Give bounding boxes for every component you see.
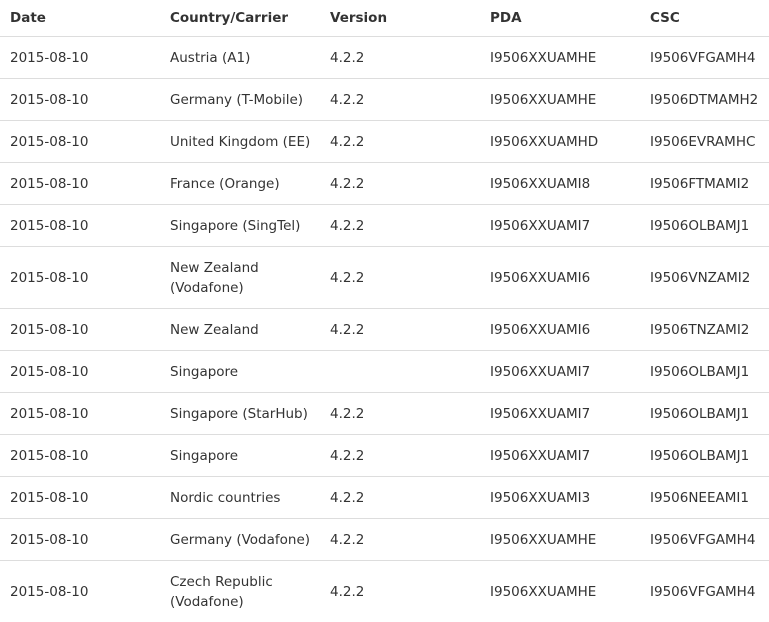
cell-date: 2015-08-10 [0, 121, 160, 163]
cell-version [320, 351, 480, 393]
cell-pda: I9506XXUAMI6 [480, 247, 640, 309]
cell-country: Nordic countries [160, 477, 320, 519]
table-row: 2015-08-10 Singapore (StarHub) 4.2.2 I95… [0, 393, 769, 435]
cell-country: Germany (T-Mobile) [160, 79, 320, 121]
cell-csc: I9506EVRAMHC [640, 121, 769, 163]
cell-pda: I9506XXUAMI7 [480, 393, 640, 435]
table-row: 2015-08-10 Singapore (SingTel) 4.2.2 I95… [0, 205, 769, 247]
cell-date: 2015-08-10 [0, 393, 160, 435]
cell-version: 4.2.2 [320, 435, 480, 477]
cell-version: 4.2.2 [320, 205, 480, 247]
cell-date: 2015-08-10 [0, 205, 160, 247]
cell-country: Singapore [160, 351, 320, 393]
cell-pda: I9506XXUAMI7 [480, 351, 640, 393]
table-row: 2015-08-10 New Zealand 4.2.2 I9506XXUAMI… [0, 309, 769, 351]
header-country-carrier: Country/Carrier [160, 0, 320, 37]
cell-date: 2015-08-10 [0, 351, 160, 393]
cell-country: United Kingdom (EE) [160, 121, 320, 163]
header-date: Date [0, 0, 160, 37]
cell-version: 4.2.2 [320, 247, 480, 309]
cell-csc: I9506VNZAMI2 [640, 247, 769, 309]
cell-version: 4.2.2 [320, 37, 480, 79]
cell-version: 4.2.2 [320, 121, 480, 163]
cell-country: Singapore (SingTel) [160, 205, 320, 247]
cell-csc: I9506VFGAMH4 [640, 37, 769, 79]
cell-csc: I9506OLBAMJ1 [640, 205, 769, 247]
cell-date: 2015-08-10 [0, 37, 160, 79]
cell-csc: I9506OLBAMJ1 [640, 393, 769, 435]
cell-country: Singapore (StarHub) [160, 393, 320, 435]
cell-pda: I9506XXUAMHE [480, 37, 640, 79]
header-pda: PDA [480, 0, 640, 37]
cell-pda: I9506XXUAMI3 [480, 477, 640, 519]
cell-country: New Zealand [160, 309, 320, 351]
cell-csc: I9506OLBAMJ1 [640, 435, 769, 477]
cell-pda: I9506XXUAMHE [480, 561, 640, 622]
cell-country: Germany (Vodafone) [160, 519, 320, 561]
table-header: Date Country/Carrier Version PDA CSC [0, 0, 769, 37]
table-row: 2015-08-10 New Zealand (Vodafone) 4.2.2 … [0, 247, 769, 309]
cell-version: 4.2.2 [320, 393, 480, 435]
table-row: 2015-08-10 Czech Republic (Vodafone) 4.2… [0, 561, 769, 622]
table-row: 2015-08-10 Singapore I9506XXUAMI7 I9506O… [0, 351, 769, 393]
header-csc: CSC [640, 0, 769, 37]
cell-country: France (Orange) [160, 163, 320, 205]
cell-country: Singapore [160, 435, 320, 477]
firmware-table: Date Country/Carrier Version PDA CSC 201… [0, 0, 769, 622]
cell-date: 2015-08-10 [0, 309, 160, 351]
cell-date: 2015-08-10 [0, 435, 160, 477]
cell-date: 2015-08-10 [0, 519, 160, 561]
table-row: 2015-08-10 Germany (T-Mobile) 4.2.2 I950… [0, 79, 769, 121]
cell-date: 2015-08-10 [0, 163, 160, 205]
cell-csc: I9506DTMAMH2 [640, 79, 769, 121]
table-body: 2015-08-10 Austria (A1) 4.2.2 I9506XXUAM… [0, 37, 769, 622]
table-row: 2015-08-10 France (Orange) 4.2.2 I9506XX… [0, 163, 769, 205]
table-row: 2015-08-10 Singapore 4.2.2 I9506XXUAMI7 … [0, 435, 769, 477]
cell-version: 4.2.2 [320, 519, 480, 561]
cell-country: Czech Republic (Vodafone) [160, 561, 320, 622]
cell-version: 4.2.2 [320, 561, 480, 622]
cell-version: 4.2.2 [320, 163, 480, 205]
table-row: 2015-08-10 Nordic countries 4.2.2 I9506X… [0, 477, 769, 519]
cell-csc: I9506VFGAMH4 [640, 561, 769, 622]
cell-csc: I9506OLBAMJ1 [640, 351, 769, 393]
cell-date: 2015-08-10 [0, 79, 160, 121]
table-row: 2015-08-10 United Kingdom (EE) 4.2.2 I95… [0, 121, 769, 163]
cell-date: 2015-08-10 [0, 247, 160, 309]
cell-version: 4.2.2 [320, 309, 480, 351]
cell-pda: I9506XXUAMI8 [480, 163, 640, 205]
cell-csc: I9506NEEAMI1 [640, 477, 769, 519]
header-version: Version [320, 0, 480, 37]
cell-pda: I9506XXUAMHD [480, 121, 640, 163]
table-row: 2015-08-10 Germany (Vodafone) 4.2.2 I950… [0, 519, 769, 561]
cell-pda: I9506XXUAMI6 [480, 309, 640, 351]
table-row: 2015-08-10 Austria (A1) 4.2.2 I9506XXUAM… [0, 37, 769, 79]
cell-csc: I9506TNZAMI2 [640, 309, 769, 351]
cell-date: 2015-08-10 [0, 477, 160, 519]
cell-version: 4.2.2 [320, 79, 480, 121]
cell-csc: I9506VFGAMH4 [640, 519, 769, 561]
cell-pda: I9506XXUAMI7 [480, 205, 640, 247]
cell-pda: I9506XXUAMI7 [480, 435, 640, 477]
cell-country: Austria (A1) [160, 37, 320, 79]
cell-pda: I9506XXUAMHE [480, 79, 640, 121]
header-row: Date Country/Carrier Version PDA CSC [0, 0, 769, 37]
cell-pda: I9506XXUAMHE [480, 519, 640, 561]
cell-csc: I9506FTMAMI2 [640, 163, 769, 205]
cell-version: 4.2.2 [320, 477, 480, 519]
cell-country: New Zealand (Vodafone) [160, 247, 320, 309]
cell-date: 2015-08-10 [0, 561, 160, 622]
